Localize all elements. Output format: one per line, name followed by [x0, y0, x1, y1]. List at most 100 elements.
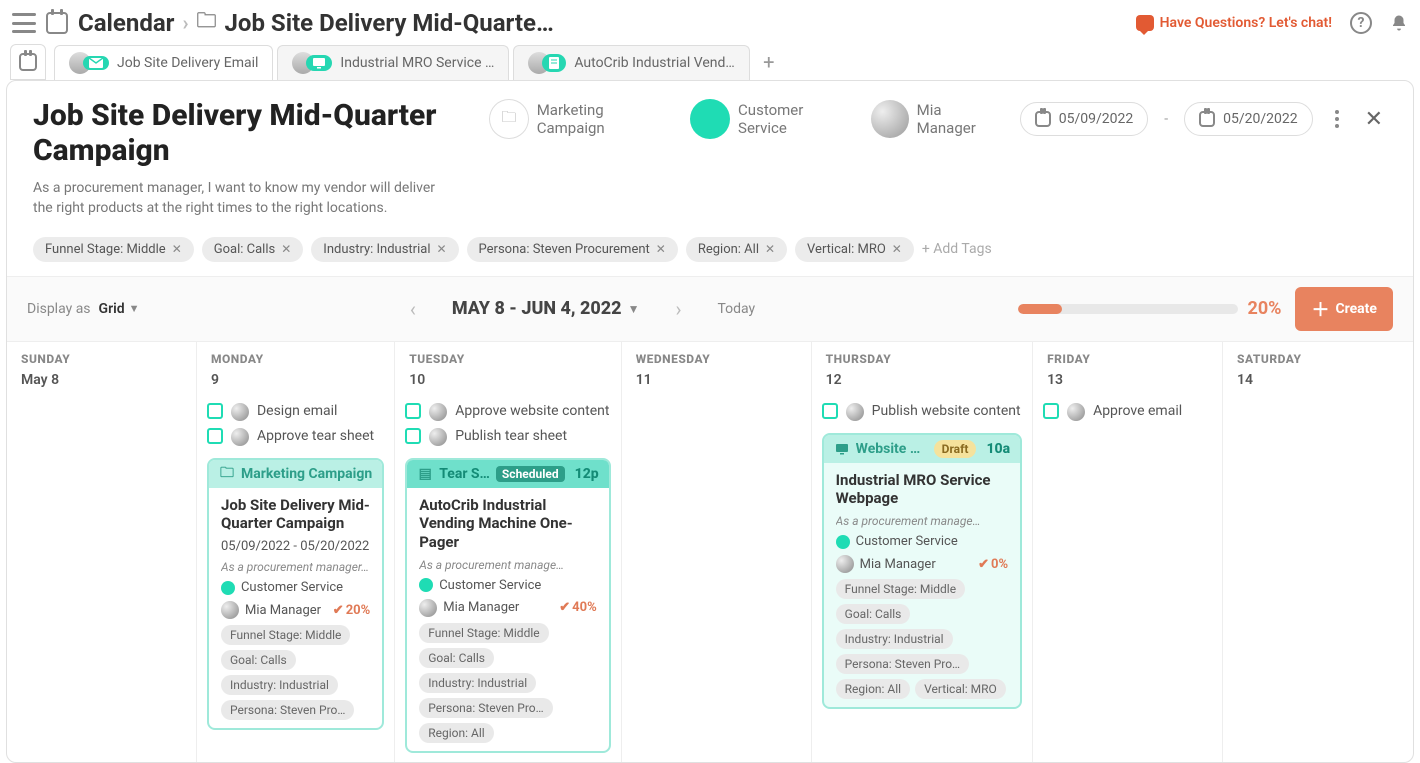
team-label: Customer Service [738, 101, 855, 137]
card-tag[interactable]: Funnel Stage: Middle [221, 625, 350, 645]
card-team: Customer Service [221, 580, 370, 595]
day-col-saturday: SATURDAY 14 [1223, 342, 1413, 762]
tag-remove-icon[interactable]: ✕ [656, 242, 666, 256]
card-tear-sheet[interactable]: ▤ Tear S… Scheduled 12p AutoCrib Industr… [405, 458, 610, 753]
card-owner: Mia Manager ✔20% [221, 601, 370, 619]
chat-link[interactable]: Have Questions? Let's chat! [1136, 15, 1332, 31]
task-checkbox[interactable] [405, 428, 421, 444]
calendar-icon[interactable] [46, 12, 68, 34]
help-icon[interactable]: ? [1350, 12, 1372, 34]
tag-funnel-stage[interactable]: Funnel Stage: Middle✕ [33, 237, 194, 262]
card-tag[interactable]: Industry: Industrial [419, 673, 536, 693]
task-checkbox[interactable] [207, 428, 223, 444]
card-team: Customer Service [836, 534, 1008, 549]
tag-vertical[interactable]: Vertical: MRO✕ [795, 237, 914, 262]
card-tag[interactable]: Persona: Steven Pro… [419, 698, 552, 718]
owner-chip[interactable]: Mia Manager [871, 100, 1004, 138]
tag-remove-icon[interactable]: ✕ [892, 242, 902, 256]
task-row[interactable]: Publish tear sheet [405, 427, 610, 446]
card-progress: ✔20% [333, 603, 370, 618]
card-tag[interactable]: Vertical: MRO [915, 679, 1006, 699]
task-checkbox[interactable] [1043, 403, 1059, 419]
task-row[interactable]: Approve website content [405, 402, 610, 421]
card-tag[interactable]: Funnel Stage: Middle [419, 623, 548, 643]
breadcrumb-root[interactable]: Calendar [78, 9, 174, 37]
tab-label: AutoCrib Industrial Vend… [574, 55, 734, 71]
tag-region[interactable]: Region: All✕ [686, 237, 787, 262]
breadcrumb-folder[interactable]: Job Site Delivery Mid-Quarte… [225, 9, 554, 37]
task-row[interactable]: Approve email [1043, 402, 1212, 421]
prev-period-button[interactable]: ‹ [402, 293, 424, 325]
check-icon: ✔ [333, 603, 344, 618]
bell-icon[interactable] [1390, 13, 1408, 33]
day-col-monday: MONDAY 9 Design email Approve tear sheet… [197, 342, 395, 762]
progress-percent: 20% [1248, 298, 1282, 319]
day-name: TUESDAY [409, 352, 606, 366]
display-as-select[interactable]: Grid ▼ [99, 301, 140, 317]
card-tag[interactable]: Industry: Industrial [221, 675, 338, 695]
card-webpage[interactable]: Website C… Draft 10a Industrial MRO Serv… [822, 433, 1022, 710]
card-progress: ✔40% [559, 600, 596, 615]
day-num: 14 [1237, 372, 1399, 388]
avatar [429, 428, 447, 446]
card-desc: As a procurement manage… [419, 558, 596, 572]
tab-email[interactable]: Job Site Delivery Email [54, 45, 273, 80]
task-checkbox[interactable] [207, 403, 223, 419]
card-team: Customer Service [419, 578, 596, 593]
task-text: Design email [257, 402, 337, 420]
category-label: Marketing Campaign [537, 101, 675, 137]
card-tag[interactable]: Goal: Calls [836, 604, 911, 624]
tag-industry[interactable]: Industry: Industrial✕ [311, 237, 458, 262]
card-tag[interactable]: Persona: Steven Pro… [221, 700, 354, 720]
team-dot-icon [836, 535, 850, 549]
create-label: Create [1335, 301, 1377, 317]
tag-label: Goal: Calls [214, 242, 275, 257]
day-num: 9 [211, 372, 380, 388]
task-row[interactable]: Publish website content [822, 402, 1022, 421]
tag-remove-icon[interactable]: ✕ [281, 242, 291, 256]
card-tag[interactable]: Persona: Steven Pro… [836, 654, 969, 674]
monitor-icon [834, 441, 850, 457]
card-tag[interactable]: Goal: Calls [419, 648, 494, 668]
close-icon[interactable]: ✕ [1361, 103, 1387, 136]
calendar-icon [19, 53, 37, 71]
menu-icon[interactable] [12, 13, 36, 33]
tab-autocrib[interactable]: AutoCrib Industrial Vend… [513, 45, 749, 80]
page-description: As a procurement manager, I want to know… [33, 178, 453, 219]
end-date-picker[interactable]: 05/20/2022 [1184, 102, 1313, 136]
task-row[interactable]: Approve tear sheet [207, 427, 384, 446]
add-tags-button[interactable]: + Add Tags [922, 241, 992, 257]
card-team-label: Customer Service [856, 534, 958, 549]
date-range-select[interactable]: MAY 8 - JUN 4, 2022 ▼ [452, 298, 640, 319]
page-title: Job Site Delivery Mid-Quarter Campaign [33, 99, 473, 168]
card-team-label: Customer Service [241, 580, 343, 595]
card-tag[interactable]: Region: All [419, 723, 493, 743]
more-menu-icon[interactable] [1329, 104, 1345, 134]
tag-remove-icon[interactable]: ✕ [765, 242, 775, 256]
team-dot-icon [221, 581, 235, 595]
tab-add[interactable]: + [754, 47, 784, 77]
tag-remove-icon[interactable]: ✕ [172, 242, 182, 256]
tag-goal[interactable]: Goal: Calls ✕ [202, 237, 304, 262]
tag-remove-icon[interactable]: ✕ [436, 242, 446, 256]
card-tag[interactable]: Funnel Stage: Middle [836, 579, 965, 599]
task-row[interactable]: Design email [207, 402, 384, 421]
category-chip[interactable]: 🗀 Marketing Campaign [489, 99, 674, 139]
card-tag[interactable]: Region: All [836, 679, 910, 699]
next-period-button[interactable]: › [667, 293, 689, 325]
task-checkbox[interactable] [405, 403, 421, 419]
task-checkbox[interactable] [822, 403, 838, 419]
folder-icon: 🗀 [489, 99, 529, 139]
card-campaign[interactable]: 🗀 Marketing Campaign Job Site Delivery M… [207, 458, 384, 731]
team-chip[interactable]: Customer Service [690, 99, 855, 139]
tab-home[interactable] [10, 44, 46, 80]
card-tag[interactable]: Industry: Industrial [836, 629, 953, 649]
day-col-sunday: SUNDAY May 8 [7, 342, 197, 762]
start-date-picker[interactable]: 05/09/2022 [1020, 102, 1149, 136]
tag-persona[interactable]: Persona: Steven Procurement✕ [467, 237, 678, 262]
day-num: May 8 [21, 372, 182, 388]
create-button[interactable]: ＋ Create [1295, 287, 1393, 331]
tab-mro[interactable]: Industrial MRO Service … [277, 45, 509, 80]
today-button[interactable]: Today [717, 301, 755, 317]
card-tag[interactable]: Goal: Calls [221, 650, 296, 670]
